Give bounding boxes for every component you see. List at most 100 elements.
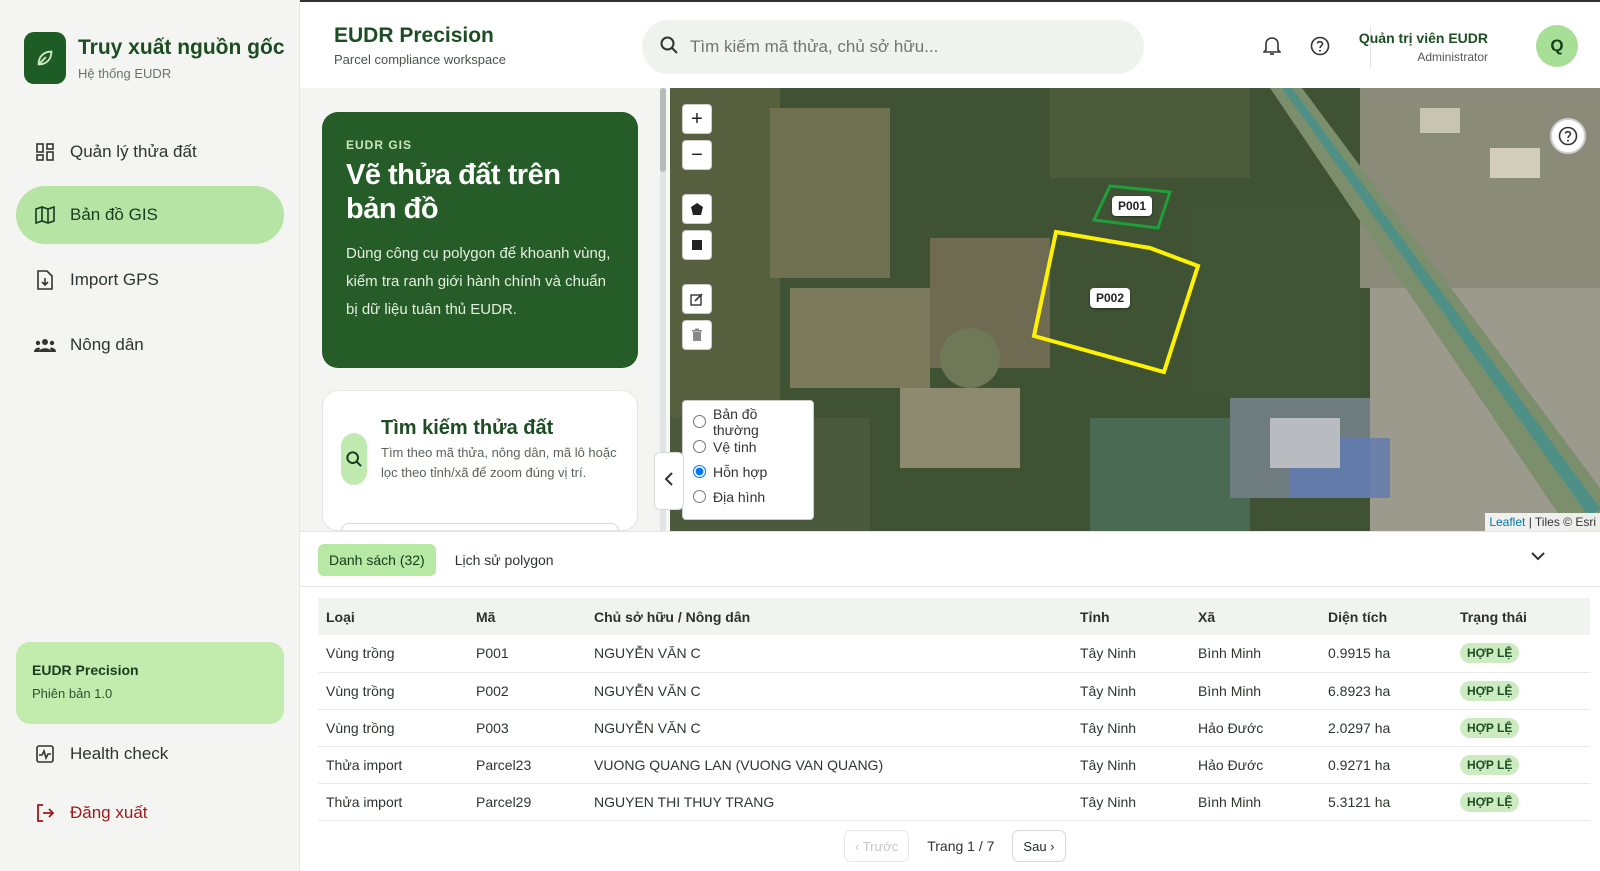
search-card-description: Tìm theo mã thửa, nông dân, mã lô hoặc l… xyxy=(381,445,617,480)
draw-rectangle-icon[interactable] xyxy=(682,230,712,260)
cell-status: HỢP LỆ xyxy=(1452,746,1590,784)
column-header[interactable]: Xã xyxy=(1190,598,1320,635)
status-badge: HỢP LỆ xyxy=(1460,717,1520,738)
hero-title: Vẽ thửa đất trên bản đồ xyxy=(346,159,561,225)
search-card-title: Tìm kiếm thửa đất xyxy=(381,417,554,439)
panel-tabs: Danh sách (32) Lịch sử polygon xyxy=(318,544,573,576)
cell-code: P001 xyxy=(468,635,586,673)
table-row[interactable]: Thửa import Parcel23 VUONG QUANG LAN (VU… xyxy=(318,746,1590,784)
table-row[interactable]: Vùng trồng P003 NGUYỄN VĂN C Tây Ninh Hả… xyxy=(318,709,1590,747)
collapse-panel-button[interactable] xyxy=(654,452,684,510)
table-row[interactable]: Thửa import Parcel29 NGUYEN THI THUY TRA… xyxy=(318,783,1590,821)
sidebar: Truy xuất nguồn gốc Hệ thống EUDR Quản l… xyxy=(0,0,300,871)
layer-radio[interactable] xyxy=(693,490,706,503)
status-badge: HỢP LỆ xyxy=(1460,680,1520,701)
layer-option-terrain[interactable]: Địa hình xyxy=(693,484,803,509)
avatar[interactable]: Q xyxy=(1536,25,1578,67)
table-row[interactable]: Vùng trồng P002 NGUYỄN VĂN C Tây Ninh Bì… xyxy=(318,672,1590,710)
nav-item-gis-map[interactable]: Bản đồ GIS xyxy=(16,186,284,244)
user-name: Quản trị viên EUDR xyxy=(1358,30,1488,46)
cell-code: Parcel23 xyxy=(468,746,586,784)
tabs-divider xyxy=(300,586,1600,587)
layer-radio[interactable] xyxy=(693,440,706,453)
draw-polygon-icon[interactable] xyxy=(682,194,712,224)
tab-polygon-history[interactable]: Lịch sử polygon xyxy=(444,544,565,576)
zoom-in-button[interactable]: + xyxy=(682,104,712,134)
layer-option-standard[interactable]: Bản đồ thường xyxy=(693,406,803,438)
cell-commune: Bình Minh xyxy=(1190,672,1320,710)
leaf-logo-icon xyxy=(24,32,66,84)
cell-province: Tây Ninh xyxy=(1072,746,1190,784)
column-header[interactable]: Trạng thái xyxy=(1452,598,1590,635)
cell-area: 2.0297 ha xyxy=(1320,709,1452,747)
leaflet-link[interactable]: Leaflet xyxy=(1489,515,1525,529)
parcel-search-field[interactable] xyxy=(341,523,619,530)
edit-layers-icon[interactable] xyxy=(682,284,712,314)
layer-label: Hỗn hợp xyxy=(713,463,768,480)
logout-icon xyxy=(34,802,56,824)
column-header[interactable]: Loại xyxy=(318,598,468,635)
help-icon[interactable] xyxy=(1308,34,1332,58)
version-card: EUDR Precision Phiên bản 1.0 xyxy=(16,642,284,724)
cell-code: Parcel29 xyxy=(468,783,586,821)
cell-status: HỢP LỆ xyxy=(1452,709,1590,747)
column-header[interactable]: Mã xyxy=(468,598,586,635)
cell-type: Vùng trồng xyxy=(318,709,468,747)
layer-option-satellite[interactable]: Vệ tinh xyxy=(693,434,803,459)
tab-list[interactable]: Danh sách (32) xyxy=(318,544,436,576)
map-help-icon[interactable] xyxy=(1550,118,1586,154)
parcels-table: Loại Mã Chủ sở hữu / Nông dân Tỉnh Xã Di… xyxy=(318,598,1590,821)
nav-item-import-gps[interactable]: Import GPS xyxy=(16,251,284,309)
cell-type: Vùng trồng xyxy=(318,635,468,673)
hero-eyebrow: EUDR GIS xyxy=(346,138,413,152)
column-header[interactable]: Tỉnh xyxy=(1072,598,1190,635)
cell-owner: VUONG QUANG LAN (VUONG VAN QUANG) xyxy=(586,746,1072,784)
cell-province: Tây Ninh xyxy=(1072,709,1190,747)
table-row[interactable]: Vùng trồng P001 NGUYỄN VĂN C Tây Ninh Bì… xyxy=(318,635,1590,673)
layer-radio[interactable] xyxy=(693,415,706,428)
nav-item-health-check[interactable]: Health check xyxy=(16,725,284,783)
column-header[interactable]: Diện tích xyxy=(1320,598,1452,635)
nav-item-parcel-management[interactable]: Quản lý thửa đất xyxy=(16,123,284,181)
brand-subtitle: Hệ thống EUDR xyxy=(78,65,172,81)
cell-province: Tây Ninh xyxy=(1072,672,1190,710)
delete-layers-icon[interactable] xyxy=(682,320,712,350)
column-header[interactable]: Chủ sở hữu / Nông dân xyxy=(586,598,1072,635)
layer-option-hybrid[interactable]: Hỗn hợp xyxy=(693,459,803,484)
prev-page-button[interactable]: ‹ Trước xyxy=(844,830,910,862)
scroll-thumb[interactable] xyxy=(660,88,666,172)
nav-item-logout[interactable]: Đăng xuất xyxy=(16,784,284,842)
layer-label: Vệ tinh xyxy=(713,438,757,455)
cell-area: 5.3121 ha xyxy=(1320,783,1452,821)
chevron-left-icon xyxy=(664,471,674,491)
parcel-label-p002[interactable]: P002 xyxy=(1090,288,1131,308)
parcel-search-card: Tìm kiếm thửa đất Tìm theo mã thửa, nông… xyxy=(322,390,638,531)
zoom-out-button[interactable]: − xyxy=(682,140,712,170)
next-page-button[interactable]: Sau › xyxy=(1012,830,1066,862)
parcel-label-p001[interactable]: P001 xyxy=(1112,196,1153,216)
cell-commune: Hảo Đước xyxy=(1190,709,1320,747)
gis-map[interactable]: P001 P002 + − Bản đồ thường Vệ tinh Hỗn … xyxy=(670,88,1600,531)
cell-status: HỢP LỆ xyxy=(1452,672,1590,710)
hero-description: Dùng công cụ polygon để khoanh vùng, kiể… xyxy=(346,245,611,318)
page-indicator: Trang 1 / 7 xyxy=(927,838,995,854)
brand[interactable]: Truy xuất nguồn gốc Hệ thống EUDR xyxy=(24,32,285,84)
cell-status: HỢP LỆ xyxy=(1452,783,1590,821)
search-input[interactable] xyxy=(690,37,1110,57)
chevron-down-icon[interactable] xyxy=(1528,546,1548,566)
nav-label: Nông dân xyxy=(70,335,144,354)
status-badge: HỢP LỆ xyxy=(1460,791,1520,812)
nav-item-farmers[interactable]: Nông dân xyxy=(16,316,284,374)
nav-label: Health check xyxy=(70,744,169,763)
cell-area: 0.9271 ha xyxy=(1320,746,1452,784)
health-check-icon xyxy=(34,743,56,765)
cell-type: Vùng trồng xyxy=(318,672,468,710)
global-search[interactable] xyxy=(642,20,1144,74)
basemap-layer-switcher: Bản đồ thường Vệ tinh Hỗn hợp Địa hình xyxy=(682,400,814,520)
map-attribution: Leaflet | Tiles © Esri xyxy=(1485,513,1600,531)
cell-commune: Bình Minh xyxy=(1190,635,1320,673)
cell-area: 0.9915 ha xyxy=(1320,635,1452,673)
layer-radio[interactable] xyxy=(693,465,706,478)
bell-icon[interactable] xyxy=(1260,34,1284,58)
users-icon xyxy=(34,334,56,356)
